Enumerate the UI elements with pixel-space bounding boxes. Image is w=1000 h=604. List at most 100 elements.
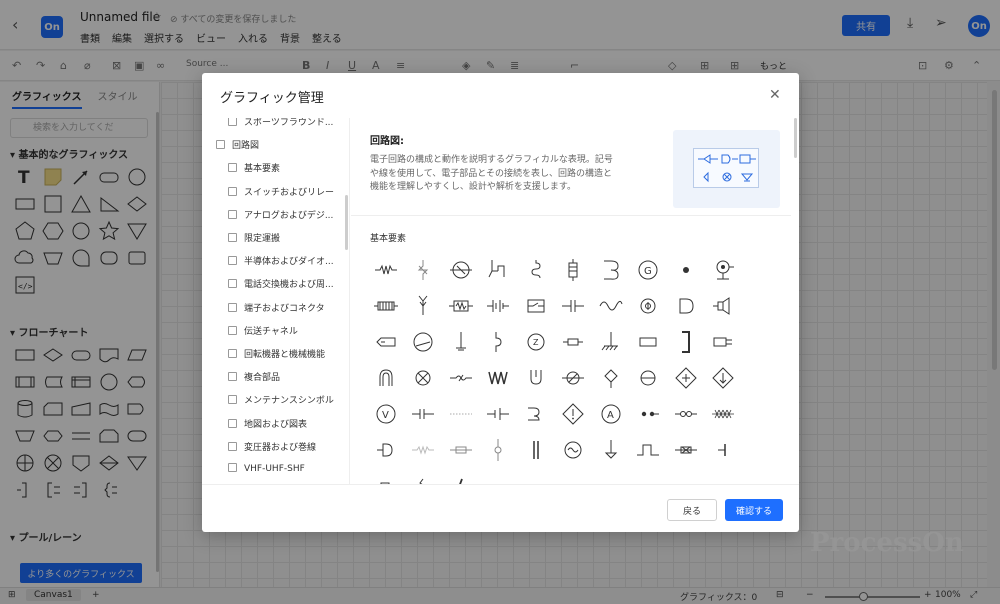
- symbol-connector-pair[interactable]: [667, 432, 705, 468]
- close-icon[interactable]: ✕: [769, 87, 781, 103]
- symbol-speaker[interactable]: [705, 288, 743, 324]
- symbol-ac-circle[interactable]: [555, 432, 593, 468]
- symbol-ground[interactable]: [442, 324, 480, 360]
- symbol-lamp-line[interactable]: [555, 360, 593, 396]
- category-item[interactable]: 半導体およびダイオ...: [228, 254, 334, 267]
- symbol-zener[interactable]: Z: [517, 324, 555, 360]
- symbol-ground-switch[interactable]: [405, 252, 443, 288]
- symbol-lamp-x[interactable]: [405, 360, 443, 396]
- category-item[interactable]: 回転機器と機械機能: [228, 347, 325, 360]
- checkbox-icon[interactable]: [228, 395, 237, 405]
- symbol-lamp[interactable]: [442, 252, 480, 288]
- symbol-voltmeter[interactable]: V: [367, 396, 405, 432]
- symbol-bracket-right[interactable]: [667, 324, 705, 360]
- category-item[interactable]: 電話交換機および周...: [228, 277, 334, 290]
- symbol-ac-source[interactable]: [592, 288, 630, 324]
- symbol-antenna-2[interactable]: [405, 288, 443, 324]
- category-item[interactable]: 複合部品: [228, 370, 280, 383]
- category-item[interactable]: 限定運搬: [228, 231, 280, 244]
- category-item[interactable]: 端子およびコネクタ: [228, 301, 325, 314]
- symbol-diamond-exclaim[interactable]: [555, 396, 593, 432]
- symbol-lamp-small[interactable]: [480, 432, 518, 468]
- symbol-diamond-pin[interactable]: [592, 360, 630, 396]
- symbol-ammeter-circle[interactable]: [630, 288, 668, 324]
- symbol-generator[interactable]: G: [630, 252, 668, 288]
- category-item[interactable]: アナログおよびデジ...: [228, 208, 333, 221]
- checkbox-icon[interactable]: [216, 140, 225, 150]
- symbol-capacitor-3[interactable]: [480, 396, 518, 432]
- checkbox-icon[interactable]: [228, 325, 237, 335]
- category-item[interactable]: 変圧器および巻線: [228, 440, 316, 453]
- confirm-button[interactable]: 確認する: [725, 499, 783, 521]
- category-item[interactable]: 伝送チャネル: [228, 324, 298, 337]
- symbol-transmission[interactable]: [442, 360, 480, 396]
- category-item[interactable]: 地図および図表: [228, 417, 307, 430]
- symbol-antenna[interactable]: [705, 252, 743, 288]
- symbol-diode-u[interactable]: [517, 360, 555, 396]
- checkbox-icon[interactable]: [228, 118, 237, 126]
- checkbox-icon[interactable]: [228, 279, 237, 289]
- checkbox-icon[interactable]: [228, 163, 237, 173]
- symbol-hook[interactable]: [517, 396, 555, 432]
- symbol-winding[interactable]: [480, 360, 518, 396]
- checkbox-icon[interactable]: [228, 233, 237, 242]
- symbol-heater[interactable]: [367, 288, 405, 324]
- symbol-relay[interactable]: [480, 252, 518, 288]
- symbol-capacitor[interactable]: [555, 288, 593, 324]
- category-item[interactable]: VHF-UHF-SHF: [228, 463, 305, 474]
- symbol-coil[interactable]: [517, 252, 555, 288]
- category-item[interactable]: スイッチおよびリレー: [228, 185, 334, 198]
- category-item[interactable]: スポーツフラウンド...: [228, 118, 333, 128]
- checkbox-icon[interactable]: [228, 441, 237, 451]
- symbol-rect-element[interactable]: [630, 324, 668, 360]
- symbol-double-line[interactable]: [517, 432, 555, 468]
- checkbox-icon[interactable]: [228, 372, 237, 382]
- symbol-contact[interactable]: [667, 396, 705, 432]
- symbol-partial-3[interactable]: [442, 468, 480, 484]
- category-item[interactable]: メンテナンスシンボル: [228, 393, 334, 406]
- symbol-circle-minus[interactable]: [630, 360, 668, 396]
- symbol-d-gate[interactable]: [367, 432, 405, 468]
- symbol-crystal[interactable]: [555, 324, 593, 360]
- symbol-jumper[interactable]: [480, 324, 518, 360]
- symbol-arrow-ground[interactable]: [592, 432, 630, 468]
- symbol-battery[interactable]: [480, 288, 518, 324]
- category-item[interactable]: 基本要素: [228, 161, 280, 174]
- checkbox-icon[interactable]: [228, 256, 237, 266]
- symbol-partial-1[interactable]: [367, 468, 405, 484]
- symbol-resistor-box[interactable]: [442, 288, 480, 324]
- symbol-dot[interactable]: [667, 252, 705, 288]
- symbol-bracket[interactable]: [592, 252, 630, 288]
- symbol-dotted-line[interactable]: [442, 396, 480, 432]
- symbol-fuse-line[interactable]: [442, 432, 480, 468]
- symbol-chassis-ground[interactable]: [592, 324, 630, 360]
- checkbox-icon[interactable]: [228, 349, 237, 358]
- symbol-inductor-cross[interactable]: [705, 396, 743, 432]
- symbol-meter[interactable]: [405, 324, 443, 360]
- symbol-magnet[interactable]: [367, 360, 405, 396]
- symbol-resistor[interactable]: [367, 252, 405, 288]
- detail-scrollbar[interactable]: [794, 118, 797, 158]
- category-scrollbar[interactable]: [345, 195, 348, 250]
- checkbox-icon[interactable]: [228, 418, 237, 428]
- symbol-partial-2[interactable]: [405, 468, 443, 484]
- symbol-pulse[interactable]: [630, 432, 668, 468]
- checkbox-icon[interactable]: [228, 302, 237, 312]
- symbol-fuse[interactable]: [555, 252, 593, 288]
- symbol-dots[interactable]: [630, 396, 668, 432]
- symbol-capacitor-2[interactable]: [405, 396, 443, 432]
- symbol-partial-5[interactable]: [517, 468, 555, 484]
- checkbox-icon[interactable]: [228, 209, 237, 219]
- symbol-and-gate[interactable]: [667, 288, 705, 324]
- back-button[interactable]: 戻る: [667, 499, 717, 521]
- symbol-diamond-plus[interactable]: [667, 360, 705, 396]
- symbol-resistor-light[interactable]: [405, 432, 443, 468]
- symbol-switchbox[interactable]: [517, 288, 555, 324]
- symbol-plug[interactable]: [705, 324, 743, 360]
- checkbox-icon[interactable]: [228, 186, 237, 196]
- symbol-diamond-arrow[interactable]: [705, 360, 743, 396]
- symbol-bar-line[interactable]: [705, 432, 743, 468]
- category-item[interactable]: 回路図: [216, 138, 259, 151]
- symbol-ammeter[interactable]: A: [592, 396, 630, 432]
- symbol-tag[interactable]: [367, 324, 405, 360]
